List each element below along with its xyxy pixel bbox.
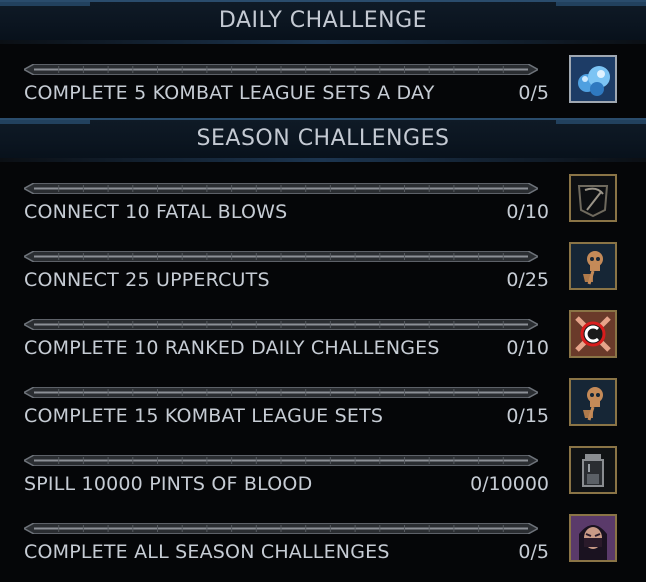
header-accent-right: [556, 120, 646, 124]
challenge-label: COMPLETE 5 KOMBAT LEAGUE SETS A DAY: [24, 82, 435, 104]
challenge-row[interactable]: COMPLETE 5 KOMBAT LEAGUE SETS A DAY 0/5: [0, 55, 646, 123]
challenge-row[interactable]: COMPLETE 10 RANKED DAILY CHALLENGES 0/10: [0, 310, 646, 378]
challenge-label: COMPLETE ALL SEASON CHALLENGES: [24, 541, 390, 563]
challenge-label: CONNECT 25 UPPERCUTS: [24, 269, 270, 291]
progress-bar: [24, 183, 538, 194]
progress-bar: [24, 251, 538, 262]
progress-bar: [24, 387, 538, 398]
scythe-icon: [569, 174, 617, 222]
daily-challenge-header: DAILY CHALLENGE: [0, 0, 646, 44]
fighter-portrait-icon: [569, 514, 617, 562]
challenge-count: 0/10000: [470, 473, 549, 495]
header-accent-right: [556, 2, 646, 6]
challenge-row[interactable]: CONNECT 25 UPPERCUTS 0/25: [0, 242, 646, 310]
challenge-count: 0/15: [506, 405, 549, 427]
blood-vial-icon: [569, 446, 617, 494]
challenge-label: COMPLETE 15 KOMBAT LEAGUE SETS: [24, 405, 384, 427]
progress-track: [24, 183, 538, 194]
progress-track: [24, 251, 538, 262]
challenge-count: 0/5: [518, 541, 549, 563]
progress-bar: [24, 319, 538, 330]
challenge-label: CONNECT 10 FATAL BLOWS: [24, 201, 288, 223]
progress-track: [24, 523, 538, 534]
header-accent-left: [0, 2, 90, 6]
skull-fist-icon: [569, 378, 617, 426]
season-challenges-title: SEASON CHALLENGES: [196, 126, 450, 151]
challenge-count: 0/10: [506, 201, 549, 223]
progress-track: [24, 387, 538, 398]
challenge-row[interactable]: COMPLETE ALL SEASON CHALLENGES 0/5: [0, 514, 646, 582]
challenge-count: 0/25: [506, 269, 549, 291]
progress-track: [24, 319, 538, 330]
progress-bar: [24, 64, 538, 75]
progress-bar: [24, 455, 538, 466]
skull-fist-icon: [569, 242, 617, 290]
koins-bag-icon: [569, 55, 617, 103]
progress-bar: [24, 523, 538, 534]
progress-track: [24, 64, 538, 75]
challenge-row[interactable]: COMPLETE 15 KOMBAT LEAGUE SETS 0/15: [0, 378, 646, 446]
challenge-count: 0/10: [506, 337, 549, 359]
challenge-label: COMPLETE 10 RANKED DAILY CHALLENGES: [24, 337, 440, 359]
ranked-challenge-icon: [569, 310, 617, 358]
challenge-row[interactable]: CONNECT 10 FATAL BLOWS 0/10: [0, 174, 646, 242]
progress-track: [24, 455, 538, 466]
season-challenges-header: SEASON CHALLENGES: [0, 118, 646, 162]
challenge-row[interactable]: SPILL 10000 PINTS OF BLOOD 0/10000: [0, 446, 646, 514]
header-accent-left: [0, 120, 90, 124]
challenge-count: 0/5: [518, 82, 549, 104]
daily-challenge-title: DAILY CHALLENGE: [218, 8, 428, 33]
challenge-label: SPILL 10000 PINTS OF BLOOD: [24, 473, 313, 495]
